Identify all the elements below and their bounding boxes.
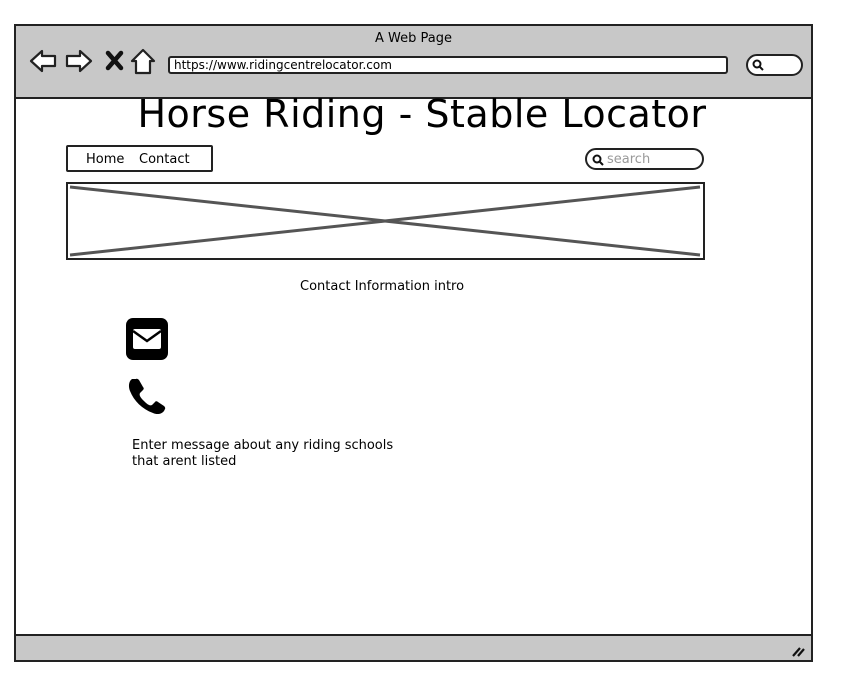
close-icon[interactable] [100,46,130,76]
resize-grip-icon[interactable] [791,643,805,657]
nav-menu: Home Contact [66,145,213,172]
unlisted-schools-message: Enter message about any riding schools t… [132,438,394,469]
status-bar [16,634,811,660]
contact-intro-text: Contact Information intro [300,279,465,294]
image-placeholder-icon [69,185,701,257]
phone-icon[interactable] [126,375,168,417]
site-search-input[interactable]: search [585,148,704,170]
back-arrow-icon[interactable] [28,46,58,76]
browser-search-field[interactable] [746,54,803,76]
banner-image-placeholder [66,182,705,260]
search-icon [752,59,764,71]
nav-home-link[interactable]: Home [86,152,124,167]
search-icon [592,154,604,166]
address-bar[interactable]: https://www.ridingcentrelocator.com [168,56,728,74]
nav-contact-link[interactable]: Contact [139,152,190,167]
browser-toolbar: A Web Page https://www.ridingcentrelocat… [16,26,811,99]
forward-arrow-icon[interactable] [64,46,94,76]
email-icon[interactable] [126,318,168,360]
home-icon[interactable] [128,46,158,76]
window-title: A Web Page [375,31,452,46]
search-placeholder: search [607,152,651,167]
page-title: Horse Riding - Stable Locator [137,92,707,136]
